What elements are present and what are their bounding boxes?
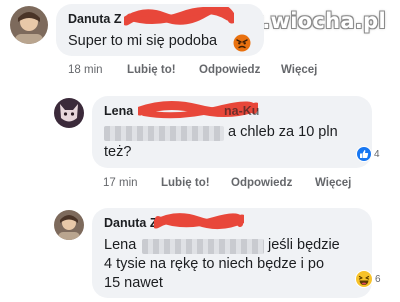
- reply-button[interactable]: Odpowiedz: [199, 64, 260, 76]
- avatar-danuta[interactable]: [54, 210, 84, 240]
- comment-text-line2: 4 tysie na rękę to niech będze i po: [104, 256, 325, 272]
- reaction-summary[interactable]: 4: [356, 146, 380, 162]
- comment-text-line1-end: jeśli będzie: [268, 237, 340, 253]
- comment-author-suffix: na-Ku: [224, 104, 260, 118]
- more-button[interactable]: Więcej: [315, 177, 351, 189]
- more-button[interactable]: Więcej: [281, 64, 317, 76]
- redaction-scribble: [124, 7, 234, 26]
- comment-author[interactable]: Danuta Z: [104, 216, 157, 230]
- laughing-emoji-icon: [355, 270, 373, 288]
- reaction-summary[interactable]: 6: [355, 270, 381, 288]
- like-button[interactable]: Lubię to!: [127, 64, 176, 76]
- comment-text: Super to mi się podoba: [68, 33, 218, 49]
- comment-author[interactable]: Danuta Z: [68, 12, 121, 26]
- avatar-danuta[interactable]: [10, 6, 48, 44]
- comment-text-line3: 15 nawet: [104, 275, 163, 291]
- comment-timestamp[interactable]: 17 min: [103, 177, 138, 189]
- avatar-lena[interactable]: [54, 98, 84, 128]
- comment-author[interactable]: Lena: [104, 104, 133, 118]
- reaction-count: 4: [374, 148, 380, 160]
- comment-bubble: Lena na-Ku a chleb za 10 pln też?: [92, 96, 372, 168]
- comment-text: a chleb za 10 pln: [228, 124, 338, 140]
- comment-bubble: Danuta Z Super to mi się podoba: [56, 4, 264, 56]
- reply-button[interactable]: Odpowiedz: [231, 177, 292, 189]
- comment-text-line2: też?: [104, 144, 132, 160]
- like-button[interactable]: Lubię to!: [161, 177, 210, 189]
- redaction-scribble: [154, 213, 244, 229]
- angry-emoji-icon: [233, 34, 251, 52]
- redacted-name: [104, 126, 224, 141]
- comment-text: Lena: [104, 237, 137, 253]
- thumbs-up-icon: [356, 146, 372, 162]
- reaction-count: 6: [375, 273, 381, 285]
- redacted-name: [142, 239, 264, 254]
- comment-timestamp[interactable]: 18 min: [68, 64, 103, 76]
- comment-bubble: Danuta Z Lena jeśli będzie 4 tysie na rę…: [92, 208, 372, 298]
